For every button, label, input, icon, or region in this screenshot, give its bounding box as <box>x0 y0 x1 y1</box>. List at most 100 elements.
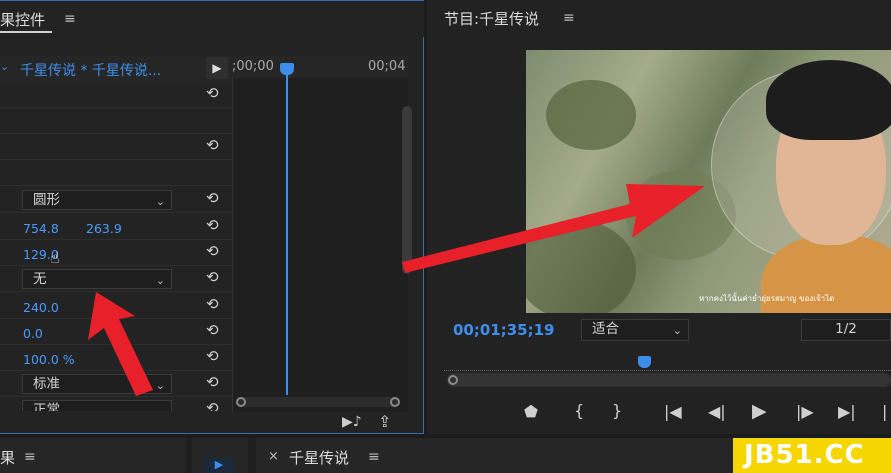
selection-tool-icon[interactable]: ▶ <box>204 458 234 473</box>
zoom-fit-value: 适合 <box>592 321 619 337</box>
none-dropdown-value: 无 <box>33 271 47 287</box>
chevron-down-icon: ⌄ <box>672 324 682 337</box>
bottom-left-panel: 果 ≡ <box>0 438 186 473</box>
chevron-down-icon: ⌄ <box>156 403 165 411</box>
video-subtitle: หากคงไว้นั้นค่าย่ำยุ่ยรสมาญ ของเจ้าได <box>699 294 835 303</box>
property-row <box>0 108 232 134</box>
playhead-timecode[interactable]: 00;01;35;19 <box>453 321 555 339</box>
value-zero[interactable]: 0.0 <box>23 326 43 341</box>
property-row: 240.0 ⟲ <box>0 293 232 319</box>
video-preview[interactable] <box>526 50 891 313</box>
editor-window: 果控件 ≡ ⌄ 千星传说 * 千星传说... ▶ ⟲ ⟲ 圆形 ⌄ ⟲ 754.… <box>0 0 891 473</box>
program-monitor-title[interactable]: 节目:千星传说 <box>444 8 539 29</box>
panel-menu-icon[interactable]: ≡ <box>64 11 76 27</box>
mode-dropdown-value: 正常 <box>33 402 60 411</box>
playhead-line[interactable] <box>286 73 288 395</box>
reset-icon[interactable]: ⟲ <box>206 373 219 391</box>
resolution-dropdown[interactable]: 1/2 <box>801 319 891 341</box>
sequence-header-row: ⌄ 千星传说 * 千星传说... ▶ <box>0 56 232 82</box>
reset-icon[interactable]: ⟲ <box>206 347 219 365</box>
property-row: 无 ⌄ ⟲ <box>0 266 232 292</box>
property-row <box>0 160 232 186</box>
value-240[interactable]: 240.0 <box>23 300 59 315</box>
timeline-ruler[interactable]: ;00;00 00;04 <box>232 56 408 78</box>
sequence-name[interactable]: 千星传说 * 千星传说... <box>20 60 161 80</box>
blend-mode-dropdown[interactable]: 标准 ⌄ <box>22 374 172 394</box>
play-icon[interactable]: ▶ <box>752 400 767 422</box>
reset-icon[interactable]: ⟲ <box>206 216 219 234</box>
foliage-shape <box>546 80 636 150</box>
play-clip-icon[interactable]: ▶ <box>206 57 228 79</box>
monitor-playhead[interactable] <box>638 356 651 368</box>
go-to-out-icon[interactable]: ▶| <box>838 402 856 421</box>
reset-icon[interactable]: ⟲ <box>206 242 219 260</box>
reset-icon[interactable]: ⟲ <box>206 189 219 207</box>
effect-controls-panel: 果控件 ≡ ⌄ 千星传说 * 千星传说... ▶ ⟲ ⟲ 圆形 ⌄ ⟲ 754.… <box>0 0 424 434</box>
ruler-end-time: 00;04 <box>368 59 406 74</box>
reset-icon[interactable]: ⟲ <box>206 295 219 313</box>
bottom-left-tab[interactable]: 果 <box>0 447 15 468</box>
ruler-start-time: ;00;00 <box>232 59 274 74</box>
property-row: 0.0 ⟲ <box>0 319 232 345</box>
center-x-value[interactable]: 754.8 <box>23 221 59 236</box>
sequence-tab[interactable]: 千星传说 <box>289 447 349 468</box>
center-y-value[interactable]: 263.9 <box>86 221 122 236</box>
property-row: 正常 ⌄ ⟲ <box>0 397 232 411</box>
scroll-handle-left[interactable] <box>236 397 246 407</box>
resolution-value: 1/2 <box>835 321 857 337</box>
hand-cursor-icon: ☝ <box>50 248 60 267</box>
blend-mode-value: 标准 <box>33 376 60 392</box>
property-row: ⟲ <box>0 82 232 108</box>
horizontal-scrollbar[interactable] <box>238 397 398 407</box>
shape-dropdown-value: 圆形 <box>33 192 60 208</box>
effect-controls-tab[interactable]: 果控件 <box>0 9 45 30</box>
property-row: 圆形 ⌄ ⟲ <box>0 187 232 213</box>
audio-scrub-icon[interactable]: ▶♪ <box>342 414 362 430</box>
shape-dropdown[interactable]: 圆形 ⌄ <box>22 190 172 210</box>
go-to-in-icon[interactable]: |◀ <box>664 402 682 421</box>
panel-menu-icon[interactable]: ≡ <box>563 10 575 26</box>
keyframe-timeline[interactable] <box>232 56 408 412</box>
reset-icon[interactable]: ⟲ <box>206 321 219 339</box>
scroll-handle-right[interactable] <box>390 397 400 407</box>
property-row: 129.0 ☝ ⟲ <box>0 240 232 267</box>
hair-shape <box>766 60 891 140</box>
property-row: 标准 ⌄ ⟲ <box>0 371 232 397</box>
export-frame-icon[interactable]: ⇪ <box>378 412 391 431</box>
effect-controls-tabbar: 果控件 ≡ <box>0 1 424 37</box>
active-tab-underline <box>0 31 52 33</box>
step-forward-icon[interactable]: |▶ <box>796 402 814 421</box>
mark-out-icon[interactable]: } <box>612 401 622 420</box>
chevron-down-icon: ⌄ <box>155 379 165 392</box>
chevron-down-icon[interactable]: ⌄ <box>0 60 9 73</box>
reset-icon[interactable]: ⟲ <box>206 136 219 154</box>
vertical-scrollbar[interactable] <box>402 106 412 274</box>
reset-icon[interactable]: ⟲ <box>206 84 219 102</box>
add-marker-icon[interactable]: ⬟ <box>524 402 538 421</box>
property-row: ⟲ <box>0 134 232 160</box>
tools-panel: ▶ <box>192 438 248 473</box>
monitor-time-ruler[interactable] <box>444 361 891 371</box>
none-dropdown[interactable]: 无 ⌄ <box>22 269 172 289</box>
step-back-icon[interactable]: ◀| <box>708 402 726 421</box>
mode-dropdown[interactable]: 正常 ⌄ <box>22 400 172 411</box>
chevron-down-icon: ⌄ <box>155 274 165 287</box>
reset-icon[interactable]: ⟲ <box>206 399 219 411</box>
timeline-panel: × 千星传说 ≡ <box>256 438 733 473</box>
reset-icon[interactable]: ⟲ <box>206 268 219 286</box>
zoom-fit-dropdown[interactable]: 适合 ⌄ <box>581 319 689 341</box>
panel-menu-icon[interactable]: ≡ <box>24 449 36 465</box>
monitor-zoom-scrollbar[interactable] <box>447 373 891 387</box>
mark-in-icon[interactable]: { <box>574 401 584 420</box>
watermark-text: JB51.CC <box>744 440 865 470</box>
zoom-handle-left[interactable] <box>448 375 458 385</box>
panel-menu-icon[interactable]: ≡ <box>368 449 380 465</box>
property-row: 754.8 263.9 ⟲ <box>0 214 232 240</box>
close-icon[interactable]: × <box>268 449 279 464</box>
more-controls-icon[interactable]: | <box>882 402 887 421</box>
foliage-shape <box>526 220 636 313</box>
chevron-down-icon: ⌄ <box>155 195 165 208</box>
property-row: 100.0 % ⟲ <box>0 345 232 371</box>
opacity-value[interactable]: 100.0 % <box>23 352 75 367</box>
playhead-handle[interactable] <box>280 63 294 75</box>
